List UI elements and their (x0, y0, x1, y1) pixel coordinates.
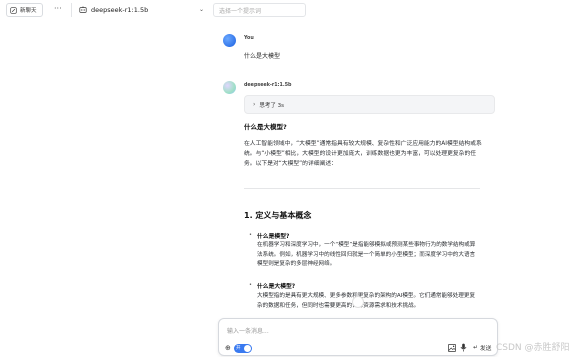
user-avatar (223, 34, 236, 47)
message-input[interactable]: 输入一条消息... (227, 326, 269, 335)
send-icon: ↵ (473, 344, 478, 351)
bot-sender-name: deepseek-r1:1.5b (244, 83, 292, 88)
model-selector[interactable]: deepseek-r1:1.5b ⌄ (79, 4, 204, 16)
watermark: CSDN @赤胜舒阳 (496, 343, 570, 353)
answer-intro: 在人工智能领域中，“大模型”通常指具有较大规模、复杂性和广泛应用能力的AI模型结… (244, 141, 482, 167)
send-button[interactable]: ↵ 发送 (473, 343, 492, 353)
scroll-down-button[interactable] (352, 296, 364, 308)
divider-line (244, 188, 480, 189)
toggle-label: 开 (236, 346, 241, 351)
thinking-toggle[interactable]: › 思考了 3s (244, 95, 495, 114)
item-body: 大模型指的是具有更大规模、更多参数和更复杂的架构的AI模型。它们通常能够处理更复… (257, 293, 476, 309)
web-search-toggle[interactable]: 开 (234, 344, 252, 353)
section-title: 1. 定义与基本概念 (244, 211, 312, 220)
microphone-icon[interactable] (460, 343, 467, 352)
item-title: 什么是模型? (257, 234, 290, 240)
item-body: 在机器学习和深度学习中，一个“模型”是指能够模拟或预测某些事物行为的数学结构或算… (257, 242, 476, 267)
user-message-text: 什么是大模型 (244, 53, 281, 60)
message-input-box[interactable]: 输入一条消息... ⊕ 开 ↵ 发送 (218, 318, 498, 356)
thinking-label: 思考了 3s (259, 102, 285, 109)
item-title: 什么是大模型? (257, 284, 296, 290)
send-label: 发送 (479, 346, 492, 352)
toggle-knob (244, 345, 251, 352)
chevron-down-icon: ⌄ (198, 6, 204, 13)
prompt-placeholder: 选择一个提示词 (219, 7, 262, 15)
edit-icon (10, 6, 17, 14)
globe-icon[interactable]: ⊕ (225, 344, 231, 352)
new-chat-label: 新聊天 (20, 8, 37, 14)
chevron-right-icon: › (253, 101, 256, 108)
new-chat-button[interactable]: 新聊天 (6, 3, 43, 17)
prompt-selector[interactable]: 选择一个提示词 (213, 3, 306, 17)
divider (71, 3, 72, 17)
bullet: • (249, 232, 252, 238)
more-options-button[interactable]: ··· (54, 4, 62, 14)
top-bar: 新聊天 ··· deepseek-r1:1.5b ⌄ 选择一个提示词 (0, 0, 585, 20)
model-name: deepseek-r1:1.5b (91, 6, 149, 14)
bullet: • (249, 282, 252, 288)
answer-heading: 什么是大模型? (244, 123, 287, 131)
model-icon (79, 6, 87, 13)
user-sender-name: You (244, 36, 254, 41)
image-upload-icon[interactable] (448, 344, 456, 352)
bot-avatar (223, 81, 236, 94)
